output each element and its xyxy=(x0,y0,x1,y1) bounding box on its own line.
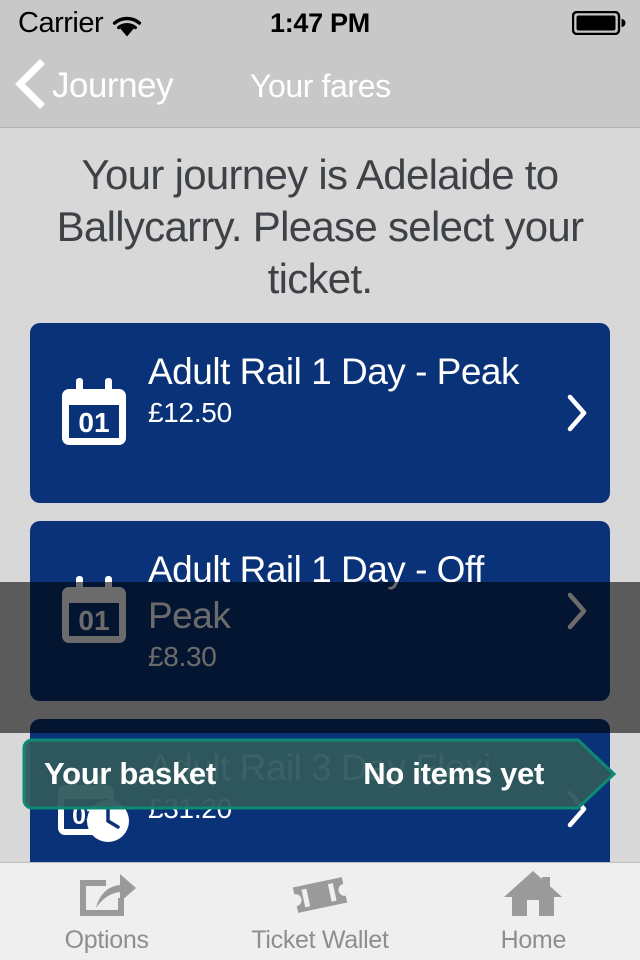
basket-label: Your basket xyxy=(44,756,216,791)
nav-bar: Journey Your fares xyxy=(0,44,640,128)
fare-card-text: Adult Rail 1 Day - Off Peak £8.30 xyxy=(148,547,530,673)
chevron-right-icon xyxy=(566,521,588,701)
share-export-icon xyxy=(76,868,138,920)
fare-card-adult-rail-1-day-off-peak[interactable]: 01 Adult Rail 1 Day - Off Peak £8.30 xyxy=(30,521,610,701)
fare-price: £12.50 xyxy=(148,397,232,428)
basket-bar[interactable]: Your basket No items yet xyxy=(22,738,618,810)
tab-ticket-wallet[interactable]: Ticket Wallet xyxy=(213,863,426,960)
tab-bar: Options Ticket Wallet Home xyxy=(0,862,640,960)
app-screen: Carrier 1:47 PM Journey Your fares Your … xyxy=(0,0,640,960)
fare-title: Adult Rail 1 Day - Off Peak xyxy=(148,549,484,636)
home-icon xyxy=(502,868,564,920)
journey-heading: Your journey is Adelaide to Ballycarry. … xyxy=(56,151,584,302)
fare-card-adult-rail-1-day-peak[interactable]: 01 Adult Rail 1 Day - Peak £12.50 xyxy=(30,323,610,503)
page-title: Your fares xyxy=(250,67,391,104)
svg-text:01: 01 xyxy=(78,605,109,636)
chevron-right-icon xyxy=(566,323,588,503)
calendar-01-icon: 01 xyxy=(56,375,132,451)
clock-label: 1:47 PM xyxy=(270,8,370,38)
tab-options[interactable]: Options xyxy=(0,863,213,960)
battery-full-icon xyxy=(571,10,626,40)
fare-card-text: Adult Rail 1 Day - Peak £12.50 xyxy=(148,349,530,429)
tab-home[interactable]: Home xyxy=(427,863,640,960)
svg-text:01: 01 xyxy=(78,407,109,438)
tab-ticket-wallet-label: Ticket Wallet xyxy=(251,926,389,954)
tab-home-label: Home xyxy=(500,926,567,954)
tab-options-label: Options xyxy=(64,926,149,954)
back-button[interactable]: Journey xyxy=(12,44,174,128)
calendar-01-icon: 01 xyxy=(56,573,132,649)
basket-status: No items yet xyxy=(363,756,544,791)
status-bar: Carrier 1:47 PM xyxy=(0,0,640,44)
ticket-icon xyxy=(289,868,351,920)
fare-price: £8.30 xyxy=(148,641,217,672)
chevron-left-icon xyxy=(12,58,46,114)
fare-title: Adult Rail 1 Day - Peak xyxy=(148,351,520,392)
back-button-label: Journey xyxy=(52,66,174,105)
